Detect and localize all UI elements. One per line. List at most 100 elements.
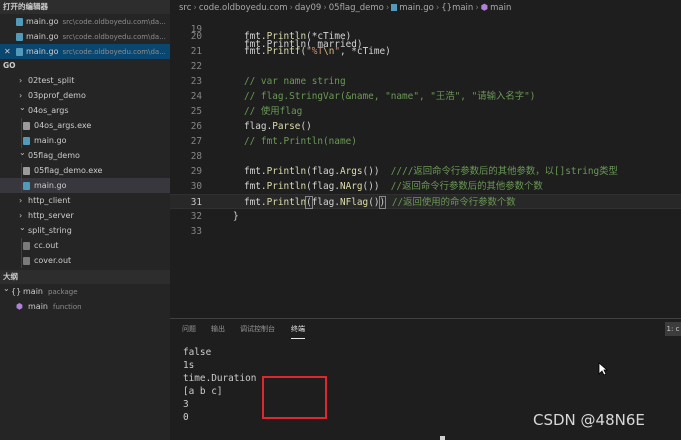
panel-tab[interactable]: 终端 (291, 319, 305, 339)
breadcrumb-item[interactable]: 05flag_demo (329, 3, 384, 13)
tree-item-label: 05flag_demo (28, 151, 80, 160)
chevron-right-icon[interactable]: › (19, 73, 22, 88)
terminal-line: 1s (183, 360, 195, 371)
chevron-down-icon[interactable]: ⌄ (19, 145, 26, 160)
terminal-output[interactable]: false 1s time.Duration [a b c] 3 0 (183, 346, 256, 424)
panel-tab[interactable]: 调试控制台 (240, 319, 275, 339)
folder-item[interactable]: › http_client (0, 193, 170, 208)
code-editor[interactable]: 19 fmt.Println( married) 20 fmt.Println(*… (170, 16, 681, 318)
sidebar: 打开的编辑器 main.go src\code.oldboyedu.com\da.… (0, 0, 170, 440)
file-item[interactable]: 04os_args.exe (0, 118, 170, 133)
panel-tab[interactable]: 问题 (182, 319, 196, 339)
outline-item[interactable]: ⬢ main function (0, 299, 170, 314)
out-file-icon (23, 257, 30, 265)
breadcrumb-item[interactable]: day09 (295, 3, 321, 13)
breadcrumb-item[interactable]: main.go (399, 3, 434, 13)
code-token: Parse (272, 121, 301, 132)
terminal-selector[interactable]: 1: c (665, 322, 681, 336)
code-token: // var name string (244, 76, 346, 87)
breadcrumb-item[interactable]: main (490, 3, 511, 13)
terminal-line: time.Duration (183, 373, 257, 384)
breadcrumb-item[interactable]: src (179, 3, 191, 13)
go-file-icon (16, 48, 23, 56)
code-token: (flag. (306, 166, 340, 177)
breadcrumb-separator-icon: › (193, 3, 197, 13)
function-icon: ⬢ (480, 3, 489, 13)
code-token: Println (266, 181, 307, 192)
function-icon: ⬢ (16, 302, 23, 311)
breadcrumb-item[interactable]: {}main (441, 3, 473, 13)
outline-item[interactable]: ⌄{} main package (0, 284, 170, 299)
file-item[interactable]: cc.out (0, 238, 170, 253)
file-item[interactable]: main.go (0, 178, 170, 193)
code-line-partial: 19 fmt.Println( married) (170, 16, 681, 50)
code-line: 28 (170, 149, 681, 164)
exe-file-icon (23, 122, 30, 130)
outline-list: ⌄{} main package ⬢ main function (0, 284, 170, 314)
open-editor-item[interactable]: main.go src\code.oldboyedu.com\da... (0, 14, 170, 29)
code-line: 31 fmt.Println(flag.NFlag()) //返回使用的命令行参数… (170, 194, 681, 209)
code-token: // fmt.Println(name) (244, 136, 357, 147)
chevron-down-icon[interactable]: ⌄ (19, 100, 26, 115)
breadcrumb-separator-icon: › (323, 3, 327, 13)
indent-guide (21, 253, 22, 268)
line-code: // var name string (244, 74, 346, 89)
folder-item[interactable]: ⌄ 05flag_demo (0, 148, 170, 163)
mouse-cursor-icon (598, 362, 608, 376)
file-item[interactable]: 05flag_demo.exe (0, 163, 170, 178)
code-token: } (233, 211, 239, 222)
open-editor-path: src\code.oldboyedu.com\da... (62, 48, 166, 56)
line-number: 33 (190, 226, 202, 237)
breadcrumb-separator-icon: › (385, 3, 390, 13)
chevron-right-icon[interactable]: › (19, 193, 22, 208)
code-line: 21 fmt.Printf("%T\n", *cTime) (170, 44, 681, 59)
go-file-icon (391, 4, 398, 11)
folder-item[interactable]: ⌄ split_string (0, 223, 170, 238)
line-code: fmt.Printf("%T\n", *cTime) (244, 44, 391, 59)
code-token: Printf (266, 46, 301, 57)
open-editors-header[interactable]: 打开的编辑器 (0, 0, 170, 14)
open-editors-list: main.go src\code.oldboyedu.com\da... main.… (0, 14, 170, 59)
tree-item-label: http_client (28, 196, 71, 205)
workspace-header[interactable]: GO (0, 59, 170, 73)
code-line: 26 flag.Parse() (170, 119, 681, 134)
open-editor-item[interactable]: main.go src\code.oldboyedu.com\da... (0, 29, 170, 44)
tree-item-label: 02test_split (28, 76, 75, 85)
exe-file-icon (23, 167, 30, 175)
outline-label: main (23, 287, 43, 296)
breadcrumb-separator-icon: › (435, 3, 440, 13)
line-number: 23 (190, 76, 202, 87)
code-token: flag. (244, 121, 273, 132)
line-number: 30 (190, 181, 202, 192)
folder-item[interactable]: › 02test_split (0, 73, 170, 88)
panel-tab[interactable]: 输出 (211, 319, 225, 339)
code-token: \n (323, 46, 335, 57)
outline-header[interactable]: 大纲 (0, 270, 170, 284)
folder-item[interactable]: ⌄ 04os_args (0, 103, 170, 118)
line-number: 24 (190, 91, 202, 102)
code-line: 32} (170, 209, 681, 224)
scrollbar-thumb[interactable] (440, 436, 445, 440)
chevron-down-icon[interactable]: ⌄ (19, 220, 26, 235)
code-line: 20 fmt.Println(*cTime) (170, 29, 681, 44)
code-token: fmt. (244, 46, 267, 57)
breadcrumb-item[interactable]: code.oldboyedu.com (199, 3, 288, 13)
open-editor-name: main.go (26, 32, 59, 41)
open-editor-name: main.go (26, 17, 59, 26)
outline-kind: function (53, 303, 82, 311)
chevron-down-icon[interactable]: ⌄ (3, 281, 10, 296)
code-token: ()) (362, 166, 391, 177)
code-line: 30 fmt.Println(flag.NArg()) //返回命令行参数后的其他… (170, 179, 681, 194)
tree-item-label: split_string (28, 226, 72, 235)
tree-item-label: main.go (34, 181, 67, 190)
file-item[interactable]: cover.out (0, 253, 170, 268)
code-token: (*cTime) (306, 31, 352, 42)
code-token: NFlag (339, 197, 369, 208)
line-number: 32 (190, 211, 202, 222)
open-editor-item[interactable]: ✕ main.go src\code.oldboyedu.com\da... (0, 44, 170, 59)
close-icon[interactable]: ✕ (4, 44, 11, 59)
tree-item-label: 05flag_demo.exe (34, 166, 103, 175)
code-token: ()) (362, 181, 391, 192)
outline-label-group: main function (28, 299, 82, 315)
terminal-line: 3 (183, 399, 189, 410)
